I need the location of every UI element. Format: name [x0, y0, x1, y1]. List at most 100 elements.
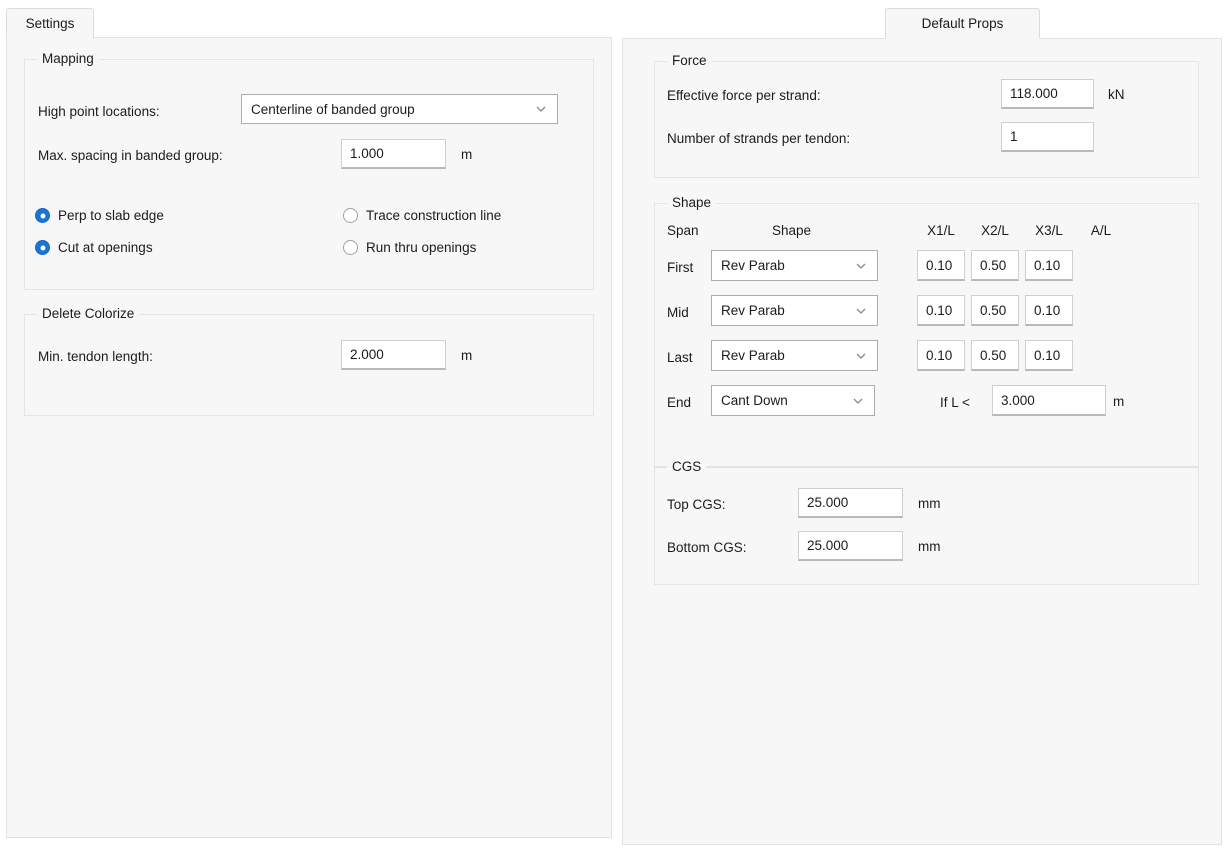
- number-of-strands-input[interactable]: 1: [1001, 122, 1094, 152]
- max-spacing-input[interactable]: 1.000: [341, 139, 446, 169]
- x1l-input-mid[interactable]: 0.10: [917, 295, 965, 326]
- top-cgs-value: 25.000: [807, 495, 848, 510]
- shape-group: Shape Span Shape X1/L X2/L X3/L A/L Firs…: [654, 203, 1199, 467]
- shape-combo-first-value: Rev Parab: [721, 258, 785, 273]
- min-tendon-length-label: Min. tendon length:: [38, 348, 153, 366]
- x1l-value-mid: 0.10: [926, 303, 952, 318]
- chevron-down-icon: [855, 305, 867, 317]
- effective-force-input[interactable]: 118.000: [1001, 79, 1094, 109]
- x1l-value-last: 0.10: [926, 348, 952, 363]
- tab-default-props-label: Default Props: [922, 16, 1004, 31]
- shape-combo-end[interactable]: Cant Down: [711, 385, 875, 416]
- x1l-input-first[interactable]: 0.10: [917, 250, 965, 281]
- shape-combo-mid[interactable]: Rev Parab: [711, 295, 878, 326]
- x3l-value-first: 0.10: [1034, 258, 1060, 273]
- effective-force-unit: kN: [1108, 87, 1125, 102]
- radio-trace-construction-line[interactable]: Trace construction line: [343, 208, 501, 223]
- x3l-value-last: 0.10: [1034, 348, 1060, 363]
- default-props-panel: Force Effective force per strand: 118.00…: [622, 38, 1222, 845]
- shape-combo-last[interactable]: Rev Parab: [711, 340, 878, 371]
- x3l-input-first[interactable]: 0.10: [1025, 250, 1073, 281]
- cgs-group: CGS Top CGS: 25.000 mm Bottom CGS: 25.00…: [654, 467, 1199, 585]
- column-header-al: A/L: [1081, 223, 1121, 238]
- radio-run-thru-openings-label: Run thru openings: [366, 240, 476, 255]
- tab-default-props-joint: [886, 37, 1039, 40]
- number-of-strands-value: 1: [1010, 129, 1018, 144]
- bottom-cgs-input[interactable]: 25.000: [798, 531, 903, 561]
- effective-force-label: Effective force per strand:: [667, 87, 821, 105]
- if-length-less-than-label: If L <: [940, 394, 970, 412]
- force-group-title: Force: [667, 53, 712, 68]
- x2l-input-last[interactable]: 0.50: [971, 340, 1019, 371]
- delete-colorize-group: Delete Colorize Min. tendon length: 2.00…: [24, 314, 594, 416]
- radio-indicator-unselected: [343, 240, 358, 255]
- settings-panel: Mapping High point locations: Centerline…: [6, 37, 612, 838]
- x2l-value-first: 0.50: [980, 258, 1006, 273]
- radio-trace-construction-line-label: Trace construction line: [366, 208, 501, 223]
- x2l-value-last: 0.50: [980, 348, 1006, 363]
- top-cgs-label: Top CGS:: [667, 496, 726, 514]
- column-header-span: Span: [667, 223, 699, 238]
- x2l-value-mid: 0.50: [980, 303, 1006, 318]
- shape-combo-end-value: Cant Down: [721, 393, 788, 408]
- shape-row-span-label: First: [667, 259, 693, 277]
- min-tendon-length-unit: m: [461, 348, 472, 363]
- number-of-strands-label: Number of strands per tendon:: [667, 130, 850, 148]
- mapping-group-title: Mapping: [37, 51, 99, 66]
- x2l-input-mid[interactable]: 0.50: [971, 295, 1019, 326]
- shape-combo-mid-value: Rev Parab: [721, 303, 785, 318]
- bottom-cgs-unit: mm: [918, 539, 941, 554]
- delete-colorize-group-title: Delete Colorize: [37, 306, 139, 321]
- max-spacing-unit: m: [461, 147, 472, 162]
- if-length-less-than-input[interactable]: 3.000: [992, 385, 1106, 416]
- x3l-value-mid: 0.10: [1034, 303, 1060, 318]
- radio-run-thru-openings[interactable]: Run thru openings: [343, 240, 476, 255]
- max-spacing-label: Max. spacing in banded group:: [38, 147, 223, 165]
- bottom-cgs-value: 25.000: [807, 538, 848, 553]
- chevron-down-icon: [855, 350, 867, 362]
- shape-row-span-label: End: [667, 394, 691, 412]
- shape-combo-last-value: Rev Parab: [721, 348, 785, 363]
- if-length-less-than-unit: m: [1113, 394, 1124, 409]
- bottom-cgs-label: Bottom CGS:: [667, 539, 747, 557]
- column-header-x3l: X3/L: [1027, 223, 1071, 238]
- radio-indicator-selected: [35, 240, 50, 255]
- x2l-input-first[interactable]: 0.50: [971, 250, 1019, 281]
- min-tendon-length-input[interactable]: 2.000: [341, 340, 446, 370]
- top-cgs-input[interactable]: 25.000: [798, 488, 903, 518]
- column-header-shape: Shape: [772, 223, 811, 238]
- chevron-down-icon: [852, 395, 864, 407]
- force-group: Force Effective force per strand: 118.00…: [654, 61, 1199, 178]
- x1l-input-last[interactable]: 0.10: [917, 340, 965, 371]
- radio-indicator-unselected: [343, 208, 358, 223]
- chevron-down-icon: [855, 260, 867, 272]
- high-point-locations-label: High point locations:: [38, 103, 160, 121]
- mapping-group: Mapping High point locations: Centerline…: [24, 59, 594, 290]
- shape-group-title: Shape: [667, 195, 716, 210]
- tab-default-props[interactable]: Default Props: [885, 8, 1040, 38]
- radio-perp-to-slab-edge[interactable]: Perp to slab edge: [35, 208, 164, 223]
- effective-force-value: 118.000: [1010, 86, 1058, 101]
- x3l-input-mid[interactable]: 0.10: [1025, 295, 1073, 326]
- column-header-x2l: X2/L: [973, 223, 1017, 238]
- tab-settings-joint: [7, 36, 93, 39]
- if-length-less-than-value: 3.000: [1001, 393, 1035, 408]
- x1l-value-first: 0.10: [926, 258, 952, 273]
- max-spacing-value: 1.000: [350, 146, 384, 161]
- top-cgs-unit: mm: [918, 496, 941, 511]
- radio-cut-at-openings-label: Cut at openings: [58, 240, 153, 255]
- radio-perp-to-slab-edge-label: Perp to slab edge: [58, 208, 164, 223]
- x3l-input-last[interactable]: 0.10: [1025, 340, 1073, 371]
- high-point-locations-combo[interactable]: Centerline of banded group: [241, 94, 558, 124]
- cgs-group-title: CGS: [667, 459, 706, 474]
- min-tendon-length-value: 2.000: [350, 347, 384, 362]
- shape-row-span-label: Mid: [667, 304, 689, 322]
- shape-combo-first[interactable]: Rev Parab: [711, 250, 878, 281]
- tab-settings-label: Settings: [26, 16, 75, 31]
- tab-settings[interactable]: Settings: [6, 8, 94, 38]
- chevron-down-icon: [535, 103, 547, 115]
- radio-cut-at-openings[interactable]: Cut at openings: [35, 240, 153, 255]
- shape-row-span-label: Last: [667, 349, 693, 367]
- radio-indicator-selected: [35, 208, 50, 223]
- column-header-x1l: X1/L: [919, 223, 963, 238]
